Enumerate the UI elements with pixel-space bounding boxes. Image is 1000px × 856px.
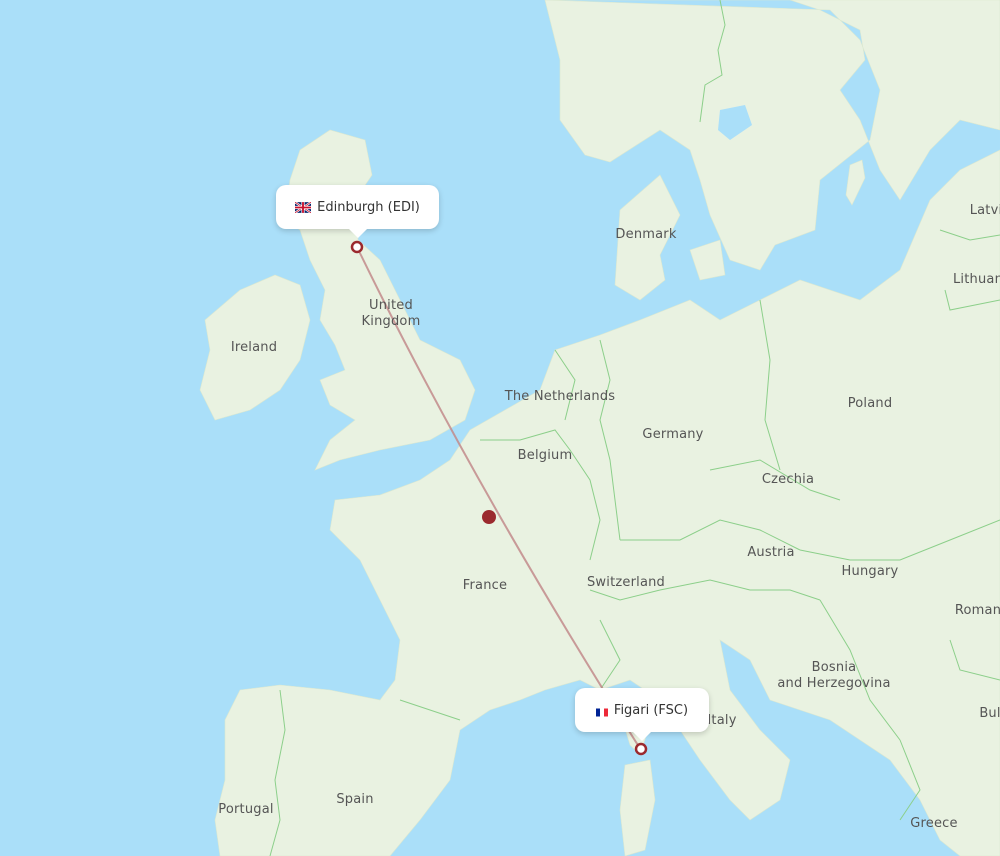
country-label-romania: Roman bbox=[954, 603, 1000, 618]
france-flag-icon bbox=[595, 706, 608, 716]
land-sardinia bbox=[619, 759, 656, 856]
country-label-netherlands: The Netherlands bbox=[504, 389, 616, 404]
country-label-bosnia: Bosnia and Herzegovina bbox=[777, 660, 891, 691]
country-label-austria: Austria bbox=[747, 545, 795, 560]
origin-airport-popup[interactable]: Edinburgh (EDI) bbox=[276, 185, 439, 238]
country-label-spain: Spain bbox=[336, 792, 374, 807]
country-label-lithuania: Lithuan bbox=[952, 272, 1000, 287]
aircraft-position-marker bbox=[482, 510, 496, 524]
destination-marker[interactable] bbox=[634, 742, 648, 756]
country-label-portugal: Portugal bbox=[218, 802, 274, 817]
land-gotland bbox=[845, 159, 866, 206]
country-label-germany: Germany bbox=[642, 427, 704, 442]
origin-airport-label: Edinburgh (EDI) bbox=[317, 199, 420, 215]
country-label-latvia: Latvi bbox=[969, 203, 1000, 218]
map-canvas[interactable] bbox=[0, 0, 1000, 856]
country-label-poland: Poland bbox=[847, 396, 893, 411]
destination-airport-label: Figari (FSC) bbox=[613, 702, 689, 718]
country-label-bulgaria: Bul bbox=[979, 706, 1000, 721]
country-label-united-kingdom: United Kingdom bbox=[361, 298, 421, 329]
origin-marker[interactable] bbox=[350, 240, 364, 254]
country-label-czechia: Czechia bbox=[761, 472, 815, 487]
uk-flag-icon bbox=[294, 200, 312, 214]
country-label-switzerland: Switzerland bbox=[586, 575, 666, 590]
country-label-hungary: Hungary bbox=[841, 564, 899, 579]
country-label-belgium: Belgium bbox=[517, 448, 573, 463]
destination-airport-popup[interactable]: Figari (FSC) bbox=[575, 688, 709, 741]
country-label-ireland: Ireland bbox=[230, 340, 278, 355]
country-label-greece: Greece bbox=[910, 816, 958, 831]
country-label-france: France bbox=[462, 578, 508, 593]
country-label-denmark: Denmark bbox=[615, 227, 677, 242]
country-label-italy: Italy bbox=[707, 713, 737, 728]
